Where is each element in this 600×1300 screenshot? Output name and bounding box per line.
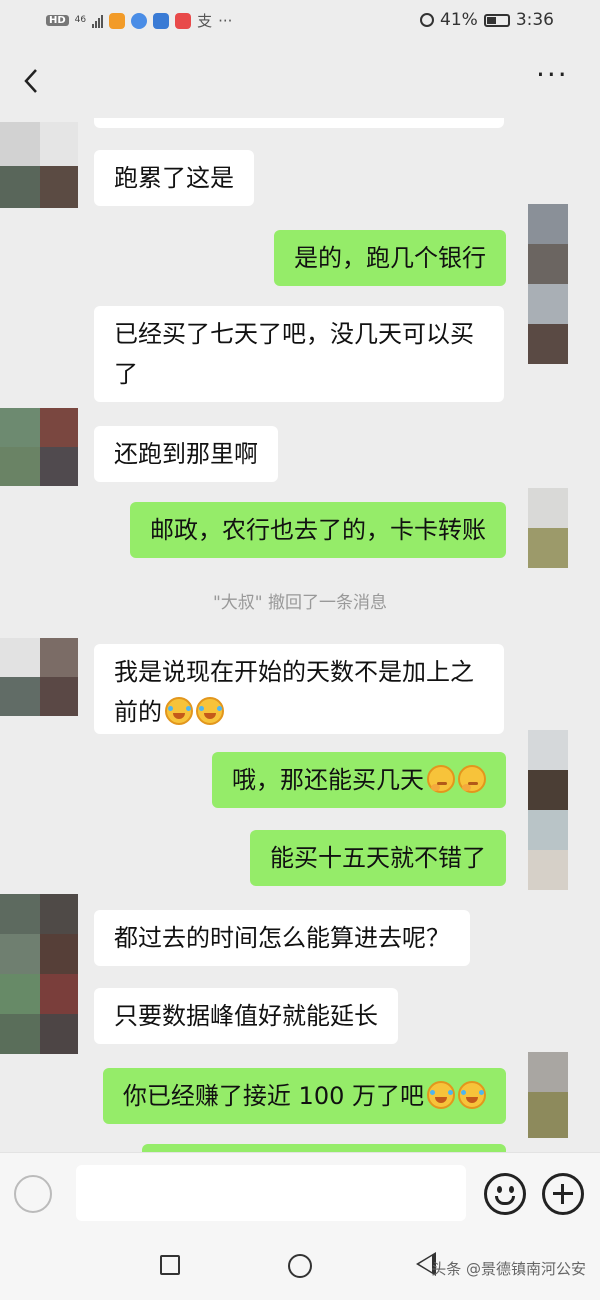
partial-message <box>142 1144 506 1152</box>
message-bubble-received[interactable]: 都过去的时间怎么能算进去呢？ <box>94 910 470 966</box>
laugh-cry-emoji <box>427 1081 455 1109</box>
clock: 3:36 <box>515 10 554 30</box>
message-bubble-sent[interactable]: 哦，那还能买几天 <box>212 752 506 808</box>
recall-notice: "大叔" 撤回了一条消息 <box>212 593 388 613</box>
message-bubble-received[interactable]: 已经买了七天了吧，没几天可以买了 <box>94 306 504 402</box>
network-type: 46 <box>74 15 87 25</box>
alipay-icon: 支 <box>197 12 213 30</box>
message-bubble-received[interactable]: 只要数据峰值好就能延长 <box>94 988 398 1044</box>
home-icon[interactable] <box>288 1254 312 1278</box>
sender-avatar[interactable] <box>0 638 78 716</box>
message-input[interactable] <box>76 1165 466 1221</box>
message-text: 你已经赚了接近 100 万了吧 <box>122 1082 424 1110</box>
recent-apps-icon[interactable] <box>160 1255 180 1275</box>
watermark-text: 头条 @景德镇南河公安 <box>431 1260 586 1278</box>
message-bubble-received[interactable]: 跑累了这是 <box>94 150 254 206</box>
sender-avatar[interactable] <box>0 122 78 208</box>
laugh-cry-emoji <box>196 697 224 725</box>
system-navigation-bar: 头条 @景德镇南河公安 <box>0 1232 600 1300</box>
sender-avatar[interactable] <box>0 408 78 486</box>
more-functions-plus-icon[interactable] <box>542 1173 584 1215</box>
signal-icon <box>92 14 104 28</box>
message-bubble-received[interactable]: 还跑到那里啊 <box>94 426 278 482</box>
laugh-cry-emoji <box>165 697 193 725</box>
alarm-icon <box>420 13 435 27</box>
message-bubble-sent[interactable]: 邮政，农行也去了的，卡卡转账 <box>130 502 506 558</box>
status-left: HD 46 支 ··· <box>46 10 232 31</box>
message-bubble-sent[interactable]: 你已经赚了接近 100 万了吧 <box>102 1068 506 1124</box>
video-app-icon <box>109 12 126 29</box>
self-avatar[interactable] <box>528 730 568 890</box>
self-avatar[interactable] <box>528 204 568 364</box>
self-avatar[interactable] <box>528 488 568 568</box>
message-bubble-sent[interactable]: 是的，跑几个银行 <box>274 230 506 286</box>
message-bubble-received[interactable]: 我是说现在开始的天数不是加上之前的 <box>94 644 504 734</box>
emoji-button-icon[interactable] <box>484 1173 526 1215</box>
status-right: 41% 3:36 <box>420 10 554 30</box>
hd-indicator: HD <box>46 15 69 26</box>
more-notifications-icon: ··· <box>218 11 233 30</box>
status-bar: HD 46 支 ··· 41% 3:36 <box>0 0 600 44</box>
self-avatar[interactable] <box>528 1052 568 1138</box>
shield-app-icon <box>153 12 170 29</box>
partial-message <box>94 118 504 128</box>
smirk-emoji <box>427 765 455 793</box>
voice-input-icon[interactable] <box>14 1175 52 1213</box>
message-input-bar <box>0 1152 600 1233</box>
chat-title-bar: ··· <box>0 44 600 118</box>
browser-app-icon <box>131 12 148 29</box>
message-text: 哦，那还能买几天 <box>232 766 424 794</box>
message-bubble-sent[interactable]: 能买十五天就不错了 <box>250 830 506 886</box>
battery-icon <box>483 13 510 27</box>
sender-avatar[interactable] <box>0 894 78 1054</box>
back-arrow-icon[interactable] <box>16 64 50 98</box>
laugh-cry-emoji <box>458 1081 486 1109</box>
battery-percent: 41% <box>440 10 478 30</box>
mail-app-icon <box>175 12 192 29</box>
smirk-emoji <box>458 765 486 793</box>
chat-message-list[interactable]: 跑累了这是 是的，跑几个银行 已经买了七天了吧，没几天可以买了 还跑到那里啊 邮… <box>0 118 600 1152</box>
more-options-icon[interactable]: ··· <box>536 61 576 92</box>
